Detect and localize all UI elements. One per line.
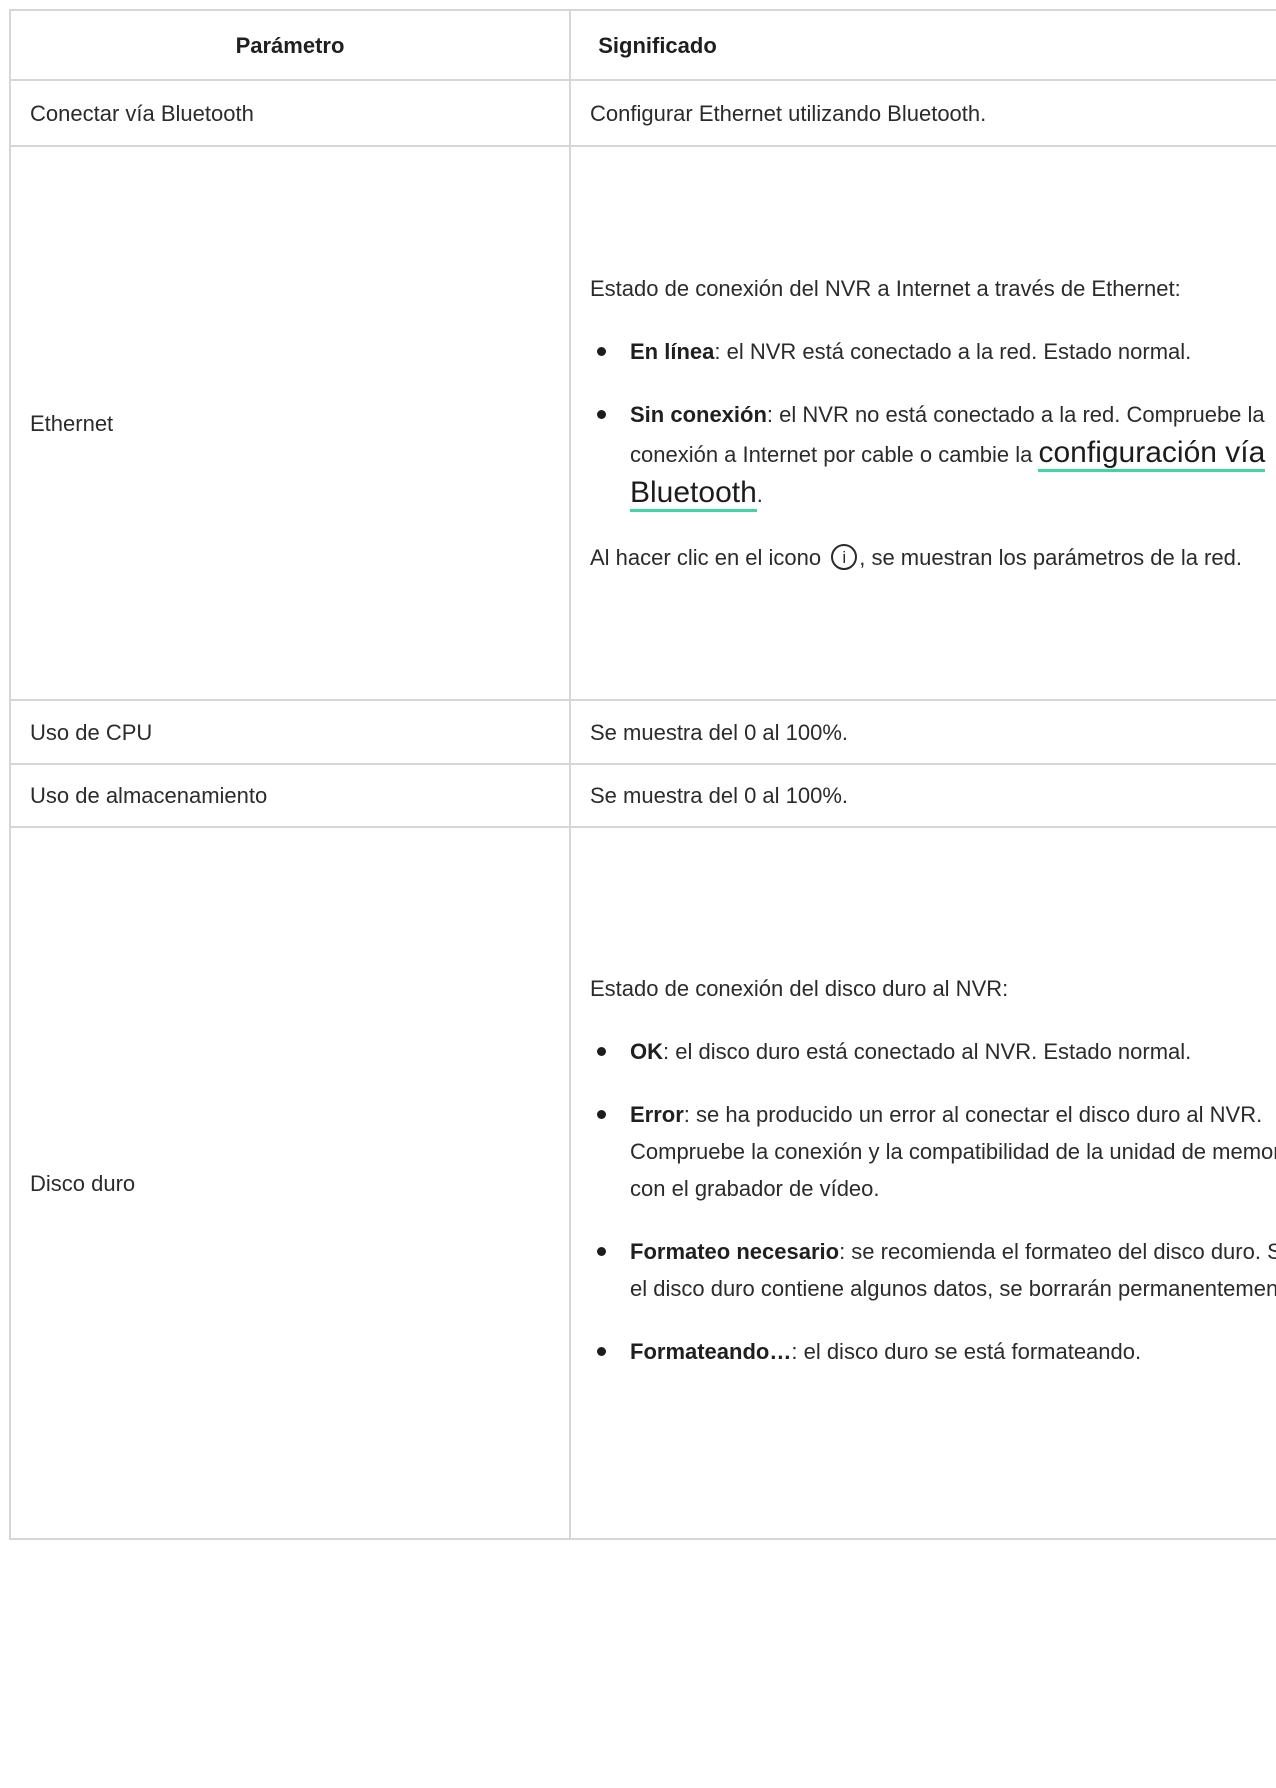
status-term: En línea bbox=[630, 339, 715, 364]
list-item: En línea: el NVR está conectado a la red… bbox=[597, 333, 1276, 370]
header-meaning: Significado bbox=[569, 9, 1276, 81]
param-name: Disco duro bbox=[9, 826, 571, 1540]
table-row-storage: Uso de almacenamiento Se muestra del 0 a… bbox=[9, 763, 1276, 828]
info-note-text-end: , se muestran los parámetros de la red. bbox=[859, 545, 1242, 570]
ethernet-intro: Estado de conexión del NVR a Internet a … bbox=[590, 276, 1181, 301]
info-icon: i bbox=[831, 544, 858, 571]
info-note-text: Al hacer clic en el icono bbox=[590, 545, 828, 570]
status-description: : el disco duro está conectado al NVR. E… bbox=[663, 1039, 1192, 1064]
status-description: : se ha producido un error al conectar e… bbox=[630, 1102, 1276, 1201]
status-description: : el NVR está conectado a la red. Estado… bbox=[714, 339, 1192, 364]
status-description: : el disco duro se está formateando. bbox=[791, 1339, 1142, 1364]
sentence-end: . bbox=[756, 482, 763, 507]
param-meaning: Estado de conexión del NVR a Internet a … bbox=[569, 145, 1276, 701]
status-term: OK bbox=[630, 1039, 663, 1064]
param-meaning: Se muestra del 0 al 100%. bbox=[569, 763, 1276, 828]
param-meaning: Configurar Ethernet utilizando Bluetooth… bbox=[569, 79, 1276, 147]
list-item: Formateo necesario: se recomienda el for… bbox=[597, 1233, 1276, 1307]
table-row-cpu: Uso de CPU Se muestra del 0 al 100%. bbox=[9, 699, 1276, 765]
header-parameter: Parámetro bbox=[9, 9, 571, 81]
parameters-table: Parámetro Significado Conectar vía Bluet… bbox=[9, 9, 1276, 1540]
param-name: Uso de almacenamiento bbox=[9, 763, 571, 828]
hdd-intro: Estado de conexión del disco duro al NVR… bbox=[590, 976, 1009, 1001]
list-item: Error: se ha producido un error al conec… bbox=[597, 1096, 1276, 1207]
list-item: OK: el disco duro está conectado al NVR.… bbox=[597, 1033, 1276, 1070]
list-item: Sin conexión: el NVR no está conectado a… bbox=[597, 396, 1276, 513]
info-note: Al hacer clic en el icono i, se muestran… bbox=[590, 539, 1276, 576]
status-term: Formateo necesario bbox=[630, 1239, 840, 1264]
table-row-ethernet: Ethernet Estado de conexión del NVR a In… bbox=[9, 145, 1276, 701]
table-row-hdd: Disco duro Estado de conexión del disco … bbox=[9, 826, 1276, 1540]
status-term: Sin conexión bbox=[630, 402, 767, 427]
status-term: Error bbox=[630, 1102, 684, 1127]
param-name: Ethernet bbox=[9, 145, 571, 701]
status-term: Formateando… bbox=[630, 1339, 792, 1364]
table-row-bluetooth: Conectar vía Bluetooth Configurar Ethern… bbox=[9, 79, 1276, 147]
param-meaning: Se muestra del 0 al 100%. bbox=[569, 699, 1276, 765]
hdd-status-list: OK: el disco duro está conectado al NVR.… bbox=[590, 1033, 1276, 1370]
ethernet-status-list: En línea: el NVR está conectado a la red… bbox=[590, 333, 1276, 513]
list-item: Formateando…: el disco duro se está form… bbox=[597, 1333, 1276, 1370]
table-header-row: Parámetro Significado bbox=[9, 9, 1276, 81]
param-name: Uso de CPU bbox=[9, 699, 571, 765]
param-meaning: Estado de conexión del disco duro al NVR… bbox=[569, 826, 1276, 1540]
param-name: Conectar vía Bluetooth bbox=[9, 79, 571, 147]
